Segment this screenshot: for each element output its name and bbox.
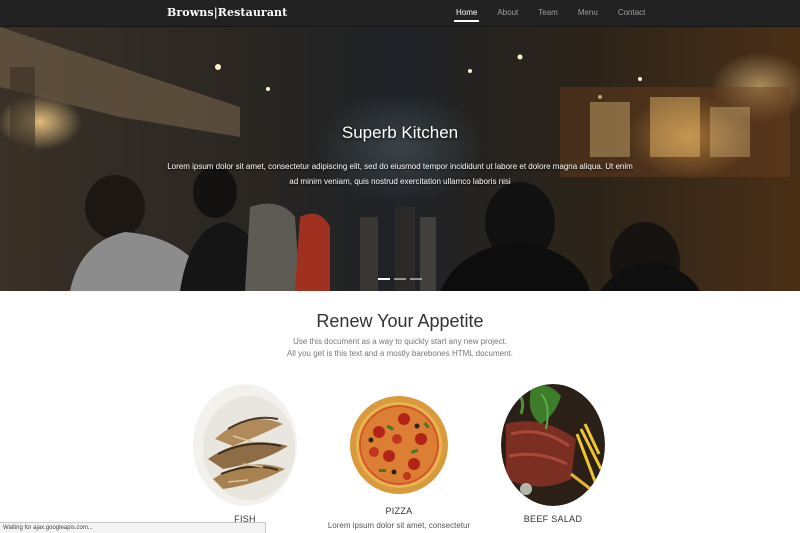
beef-salad-icon[interactable] (501, 384, 605, 506)
carousel-indicators (0, 278, 800, 280)
nav-item-team[interactable]: Team (528, 0, 568, 27)
nav-menu: Home About Team Menu Contact (446, 0, 655, 27)
carousel-indicator[interactable] (410, 278, 422, 280)
section-title: Renew Your Appetite (316, 311, 484, 331)
browser-status-bar: Waiting for ajax.googleapis.com... (0, 522, 266, 533)
hero-text: Lorem ipsum dolor sit amet, consectetur … (167, 162, 633, 186)
nav-item-contact[interactable]: Contact (608, 0, 656, 27)
nav-item-label: Home (456, 8, 478, 17)
dish-description: Lorem ipsum dolor sit amet, consectetur (327, 521, 471, 530)
section-subtitle-line-1: Use this document as a way to quickly st… (293, 337, 507, 346)
nav-item-menu[interactable]: Menu (568, 0, 608, 27)
nav-item-about[interactable]: About (487, 0, 528, 27)
pizza-icon[interactable] (349, 394, 449, 496)
carousel-indicator[interactable] (378, 278, 390, 280)
dish-name: BEEF SALAD (523, 514, 583, 524)
navbar: Browns|Restaurant Home About Team Menu C… (0, 0, 800, 27)
nav-item-label: Menu (577, 8, 598, 17)
hero-title: Superb Kitchen (341, 123, 459, 142)
nav-item-home[interactable]: Home (446, 0, 487, 27)
active-indicator (454, 20, 480, 22)
nav-item-label: About (497, 8, 519, 17)
nav-item-label: Contact (617, 8, 646, 17)
brand-logo[interactable]: Browns|Restaurant (167, 6, 287, 19)
carousel-indicator[interactable] (394, 278, 406, 280)
section-subtitle-line-2: All you get is this text and a mostly ba… (286, 349, 514, 358)
nav-item-label: Team (538, 8, 558, 17)
dish-name: PIZZA (385, 506, 413, 516)
fried-fish-plate-icon[interactable] (193, 384, 297, 506)
hero-carousel[interactable]: Superb Kitchen Lorem ipsum dolor sit ame… (0, 27, 800, 291)
